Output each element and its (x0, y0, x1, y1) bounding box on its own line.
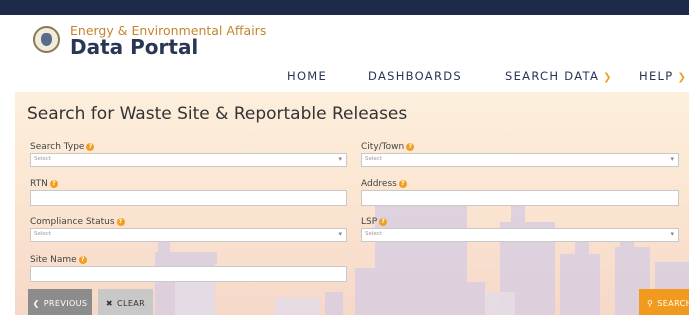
site-header: Energy & Environmental Affairs Data Port… (0, 15, 689, 92)
select-placeholder: Select (365, 156, 382, 162)
info-icon[interactable]: ? (116, 217, 125, 226)
search-button[interactable]: ⚲ SEARCH (639, 289, 689, 315)
city-town-select[interactable]: Select ▾ (361, 153, 679, 167)
compliance-status-label: Compliance Status? (30, 217, 125, 227)
info-icon[interactable]: ? (78, 255, 87, 264)
search-panel: Search for Waste Site & Reportable Relea… (15, 92, 689, 315)
compliance-status-select[interactable]: Select ▾ (30, 228, 347, 242)
nav-label: DASHBOARDS (368, 69, 463, 83)
top-bar (0, 0, 689, 15)
previous-button[interactable]: ❮ PREVIOUS (28, 289, 92, 315)
chevron-down-icon: ▾ (670, 155, 674, 163)
nav-label: HELP (639, 69, 674, 83)
select-placeholder: Select (34, 156, 51, 162)
address-input[interactable] (361, 190, 679, 206)
previous-button-label: PREVIOUS (43, 299, 88, 308)
nav-item-dashboards[interactable]: DASHBOARDS (368, 69, 462, 83)
info-icon[interactable]: ? (86, 142, 95, 151)
lsp-label: LSP? (361, 217, 388, 227)
info-icon[interactable]: ? (406, 142, 415, 151)
rtn-input[interactable] (30, 190, 347, 206)
close-icon: ✖ (105, 299, 113, 308)
chevron-down-icon: ❯ (677, 72, 688, 83)
info-icon[interactable]: ? (398, 179, 407, 188)
city-town-label: City/Town? (361, 142, 415, 152)
chevron-down-icon: ▾ (338, 230, 342, 238)
search-type-select[interactable]: Select ▾ (30, 153, 347, 167)
search-icon: ⚲ (647, 299, 654, 308)
nav-item-help[interactable]: HELP ❯ (639, 69, 687, 83)
site-name-label: Site Name? (30, 255, 87, 265)
nav-item-home[interactable]: HOME (287, 69, 327, 83)
info-icon[interactable]: ? (379, 217, 388, 226)
address-label: Address? (361, 179, 407, 189)
lsp-select[interactable]: Select ▾ (361, 228, 679, 242)
nav-item-search-data[interactable]: SEARCH DATA ❯ (505, 69, 613, 83)
clear-button[interactable]: ✖ CLEAR (98, 289, 153, 315)
info-icon[interactable]: ? (49, 179, 58, 188)
nav-label: SEARCH DATA (505, 69, 600, 83)
state-seal-logo (33, 26, 60, 53)
nav-label: HOME (287, 69, 328, 83)
chevron-down-icon: ▾ (338, 155, 342, 163)
select-placeholder: Select (34, 231, 51, 237)
chevron-down-icon: ▾ (670, 230, 674, 238)
select-placeholder: Select (365, 231, 382, 237)
chevron-down-icon: ❯ (603, 72, 613, 83)
search-button-label: SEARCH (657, 299, 689, 308)
portal-name[interactable]: Data Portal (70, 35, 198, 59)
search-type-label: Search Type? (30, 142, 95, 152)
rtn-label: RTN? (30, 179, 58, 189)
page-title: Search for Waste Site & Reportable Relea… (27, 104, 408, 124)
site-name-input[interactable] (30, 266, 347, 282)
chevron-left-icon: ❮ (32, 299, 40, 308)
clear-button-label: CLEAR (116, 299, 146, 308)
